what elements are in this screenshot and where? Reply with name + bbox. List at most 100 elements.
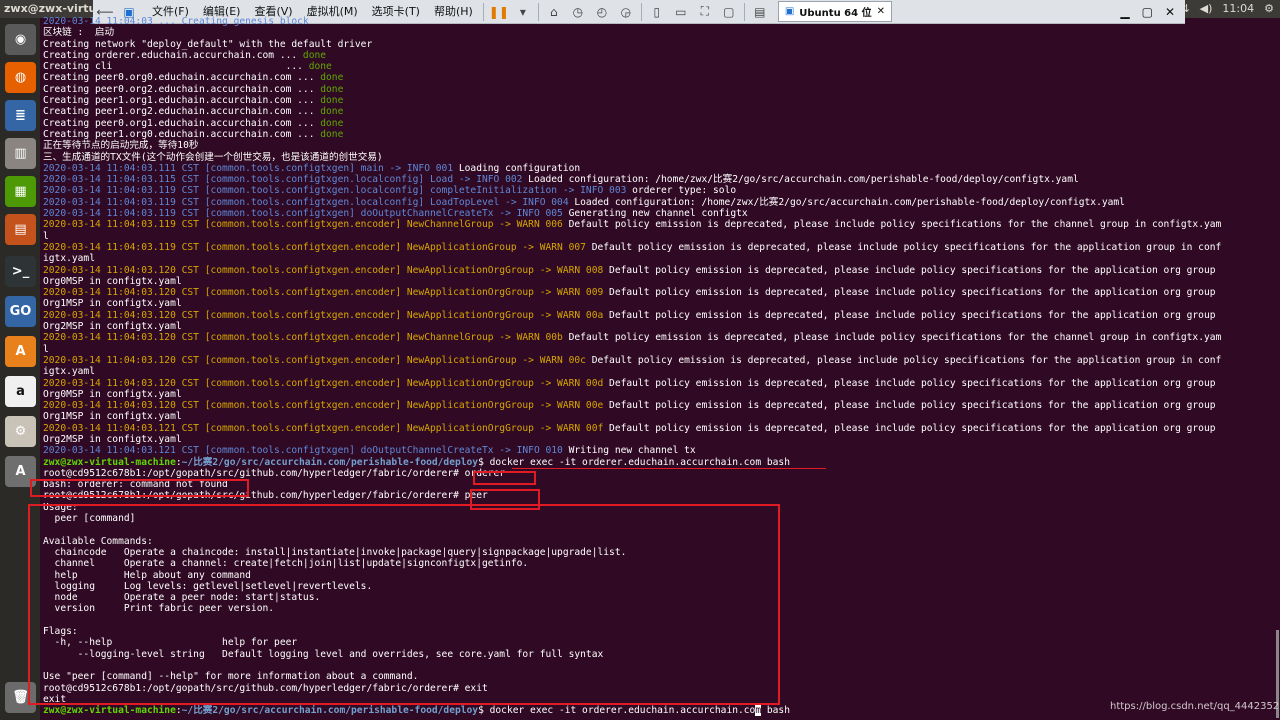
- terminal-segment: l: [43, 230, 49, 242]
- terminal-segment: Default policy emission is deprecated, p…: [603, 400, 1216, 412]
- terminal-line: Org2MSP in configtx.yaml: [43, 434, 1275, 445]
- settings-icon[interactable]: ⚙: [5, 416, 36, 447]
- terminal-line: zwx@zwx-virtual-machine:~/比赛2/go/src/acc…: [43, 705, 1275, 717]
- terminal-segment: Default policy emission is deprecated, p…: [603, 377, 1216, 389]
- terminal-segment: 区块链 : 启动: [43, 27, 115, 39]
- amazon-icon[interactable]: a: [5, 376, 36, 407]
- terminal-line: 2020-03-14 11:04:03.119 CST [common.tool…: [43, 185, 1275, 196]
- terminal-segment: 2020-03-14 11:04:03.120 CST [common.tool…: [43, 287, 604, 299]
- terminal-line: 区块链 : 启动: [43, 27, 1275, 38]
- terminal-segment: 2020-03-14 11:04:03.120 CST [common.tool…: [43, 377, 604, 389]
- terminal-line: 2020-03-14 11:04:03.120 CST [common.tool…: [43, 287, 1275, 298]
- terminal-segment: Creating peer1.org0.educhain.accurchain.…: [43, 128, 321, 140]
- highlight-peer-help: [28, 504, 780, 705]
- terminal-line: Creating peer0.org0.educhain.accurchain.…: [43, 72, 1275, 83]
- terminal-segment: 2020-03-14 11:04:03.119 CST [common.tool…: [43, 208, 563, 220]
- terminal-segment: done: [320, 95, 344, 107]
- terminal-line: 2020-03-14 11:04:03.119 CST [common.tool…: [43, 197, 1275, 208]
- terminal-line: Creating peer1.org1.educhain.accurchain.…: [43, 95, 1275, 106]
- terminal-line: 2020-03-14 11:04:03 ... Creating genesis…: [43, 16, 1275, 27]
- clock[interactable]: 11:04: [1222, 2, 1254, 15]
- terminal-segment: ~/比赛2/go/src/accurchain.com/perishable-f…: [181, 456, 479, 468]
- terminal-segment: Creating peer0.org0.educhain.accurchain.…: [43, 72, 321, 84]
- terminal-segment: Default policy emission is deprecated, p…: [603, 264, 1216, 276]
- files-icon[interactable]: ▥: [5, 138, 36, 169]
- terminal-line: Creating network "deploy_default" with t…: [43, 39, 1275, 50]
- terminal-segment: Generating new channel configtx: [562, 208, 748, 220]
- terminal-segment: done: [320, 106, 344, 118]
- terminal-segment: 三、生成通道的TX文件(这个动作会创建一个创世交易，也是该通道的创世交易): [43, 151, 383, 163]
- terminal-segment: Default policy emission is deprecated, p…: [603, 287, 1216, 299]
- terminal-segment: 2020-03-14 11:04:03.115 CST [common.tool…: [43, 174, 523, 186]
- terminal-segment: $ docker exec -it orderer.educhain.accur…: [478, 456, 790, 468]
- terminal-line: 2020-03-14 11:04:03.119 CST [common.tool…: [43, 219, 1275, 230]
- terminal-segment: orderer type: solo: [626, 185, 737, 197]
- terminal-line: Org0MSP in configtx.yaml: [43, 389, 1275, 400]
- dash-icon[interactable]: ◉: [5, 24, 36, 55]
- terminal-segment: 2020-03-14 11:04:03.119 CST [common.tool…: [43, 185, 627, 197]
- terminal-segment: bash: [761, 705, 790, 717]
- terminal-line: 2020-03-14 11:04:03.120 CST [common.tool…: [43, 265, 1275, 276]
- volume-icon[interactable]: ◀): [1200, 2, 1213, 15]
- highlight-command-not-found: [30, 479, 249, 497]
- firefox-icon[interactable]: ◍: [5, 62, 36, 93]
- terminal-segment: done: [302, 49, 327, 61]
- terminal-line: 2020-03-14 11:04:03.120 CST [common.tool…: [43, 310, 1275, 321]
- terminal-segment: Default policy emission is deprecated, p…: [562, 219, 1222, 231]
- terminal-segment: Org2MSP in configtx.yaml: [43, 321, 182, 333]
- terminal-line: 2020-03-14 11:04:03.120 CST [common.tool…: [43, 378, 1275, 389]
- terminal-segment: 2020-03-14 11:04:03.120 CST [common.tool…: [43, 354, 586, 366]
- terminal-line: 2020-03-14 11:04:03.119 CST [common.tool…: [43, 208, 1275, 219]
- terminal-segment: 2020-03-14 11:04:03.120 CST [common.tool…: [43, 309, 604, 321]
- terminal-segment: zwx@zwx-virtual-machine: [43, 705, 176, 717]
- installer-icon[interactable]: A: [5, 336, 36, 367]
- terminal-icon[interactable]: >_: [5, 256, 36, 287]
- terminal-segment: Org0MSP in configtx.yaml: [43, 388, 182, 400]
- terminal-segment: 2020-03-14 11:04:03.120 CST [common.tool…: [43, 332, 563, 344]
- terminal-line: 2020-03-14 11:04:03.120 CST [common.tool…: [43, 355, 1275, 366]
- terminal-line: 三、生成通道的TX文件(这个动作会创建一个创世交易，也是该通道的创世交易): [43, 152, 1275, 163]
- watermark: https://blog.csdn.net/qq_44423523: [1110, 701, 1280, 712]
- terminal-segment: done: [320, 117, 344, 129]
- terminal-line: Creating peer1.org0.educhain.accurchain.…: [43, 129, 1275, 140]
- terminal-segment: igtx.yaml: [43, 253, 95, 265]
- terminal-segment: igtx.yaml: [43, 366, 95, 378]
- terminal-segment: 2020-03-14 11:04:03.119 CST [common.tool…: [43, 241, 586, 253]
- terminal-segment: Org1MSP in configtx.yaml: [43, 298, 182, 310]
- terminal-segment: Org0MSP in configtx.yaml: [43, 275, 182, 287]
- terminal-segment: Creating peer1.org2.educhain.accurchain.…: [43, 106, 321, 118]
- terminal-line: l: [43, 231, 1275, 242]
- terminal-line: Org2MSP in configtx.yaml: [43, 321, 1275, 332]
- terminal-segment: Default policy emission is deprecated, p…: [585, 241, 1222, 253]
- terminal-segment: Creating peer1.org1.educhain.accurchain.…: [43, 95, 321, 107]
- terminal-segment: zwx@zwx-virtual-machine: [43, 456, 176, 468]
- terminal-line: zwx@zwx-virtual-machine:~/比赛2/go/src/acc…: [43, 457, 1275, 468]
- terminal-segment: Creating orderer.educhain.accurchain.com…: [43, 49, 303, 61]
- power-icon[interactable]: ⚙: [1264, 2, 1274, 15]
- terminal-segment: Org1MSP in configtx.yaml: [43, 411, 182, 423]
- terminal-segment: Org2MSP in configtx.yaml: [43, 433, 182, 445]
- terminal-segment: Default policy emission is deprecated, p…: [603, 422, 1216, 434]
- highlight-orderer-cmd: [473, 471, 536, 485]
- terminal-line: 2020-03-14 11:04:03.121 CST [common.tool…: [43, 423, 1275, 434]
- terminal-line: igtx.yaml: [43, 253, 1275, 264]
- terminal-line: Creating orderer.educhain.accurchain.com…: [43, 50, 1275, 61]
- terminal-line: 2020-03-14 11:04:03.120 CST [common.tool…: [43, 332, 1275, 343]
- text-editor-icon[interactable]: ≣: [5, 100, 36, 131]
- terminal-segment: Creating peer0.org2.educhain.accurchain.…: [43, 83, 321, 95]
- terminal-segment: Default policy emission is deprecated, p…: [562, 332, 1222, 344]
- terminal-line: 2020-03-14 11:04:03.119 CST [common.tool…: [43, 242, 1275, 253]
- presentation-icon[interactable]: ▤: [5, 214, 36, 245]
- terminal-segment: Creating cli ...: [43, 61, 309, 73]
- go-icon[interactable]: GO: [5, 296, 36, 327]
- terminal-segment: 2020-03-14 11:04:03.120 CST [common.tool…: [43, 264, 604, 276]
- terminal-segment: 正在等待节点的启动完成，等待10秒: [43, 140, 199, 152]
- terminal-segment: ~/比赛2/go/src/accurchain.com/perishable-f…: [181, 705, 479, 717]
- spreadsheet-icon[interactable]: ▦: [5, 176, 36, 207]
- terminal-line: igtx.yaml: [43, 366, 1275, 377]
- terminal-segment: done: [320, 72, 344, 84]
- terminal-segment: Writing new channel tx: [562, 445, 696, 457]
- terminal-line: Creating peer0.org2.educhain.accurchain.…: [43, 84, 1275, 95]
- terminal-segment: Default policy emission is deprecated, p…: [603, 309, 1216, 321]
- terminal-segment: Creating peer0.org1.educhain.accurchain.…: [43, 117, 321, 129]
